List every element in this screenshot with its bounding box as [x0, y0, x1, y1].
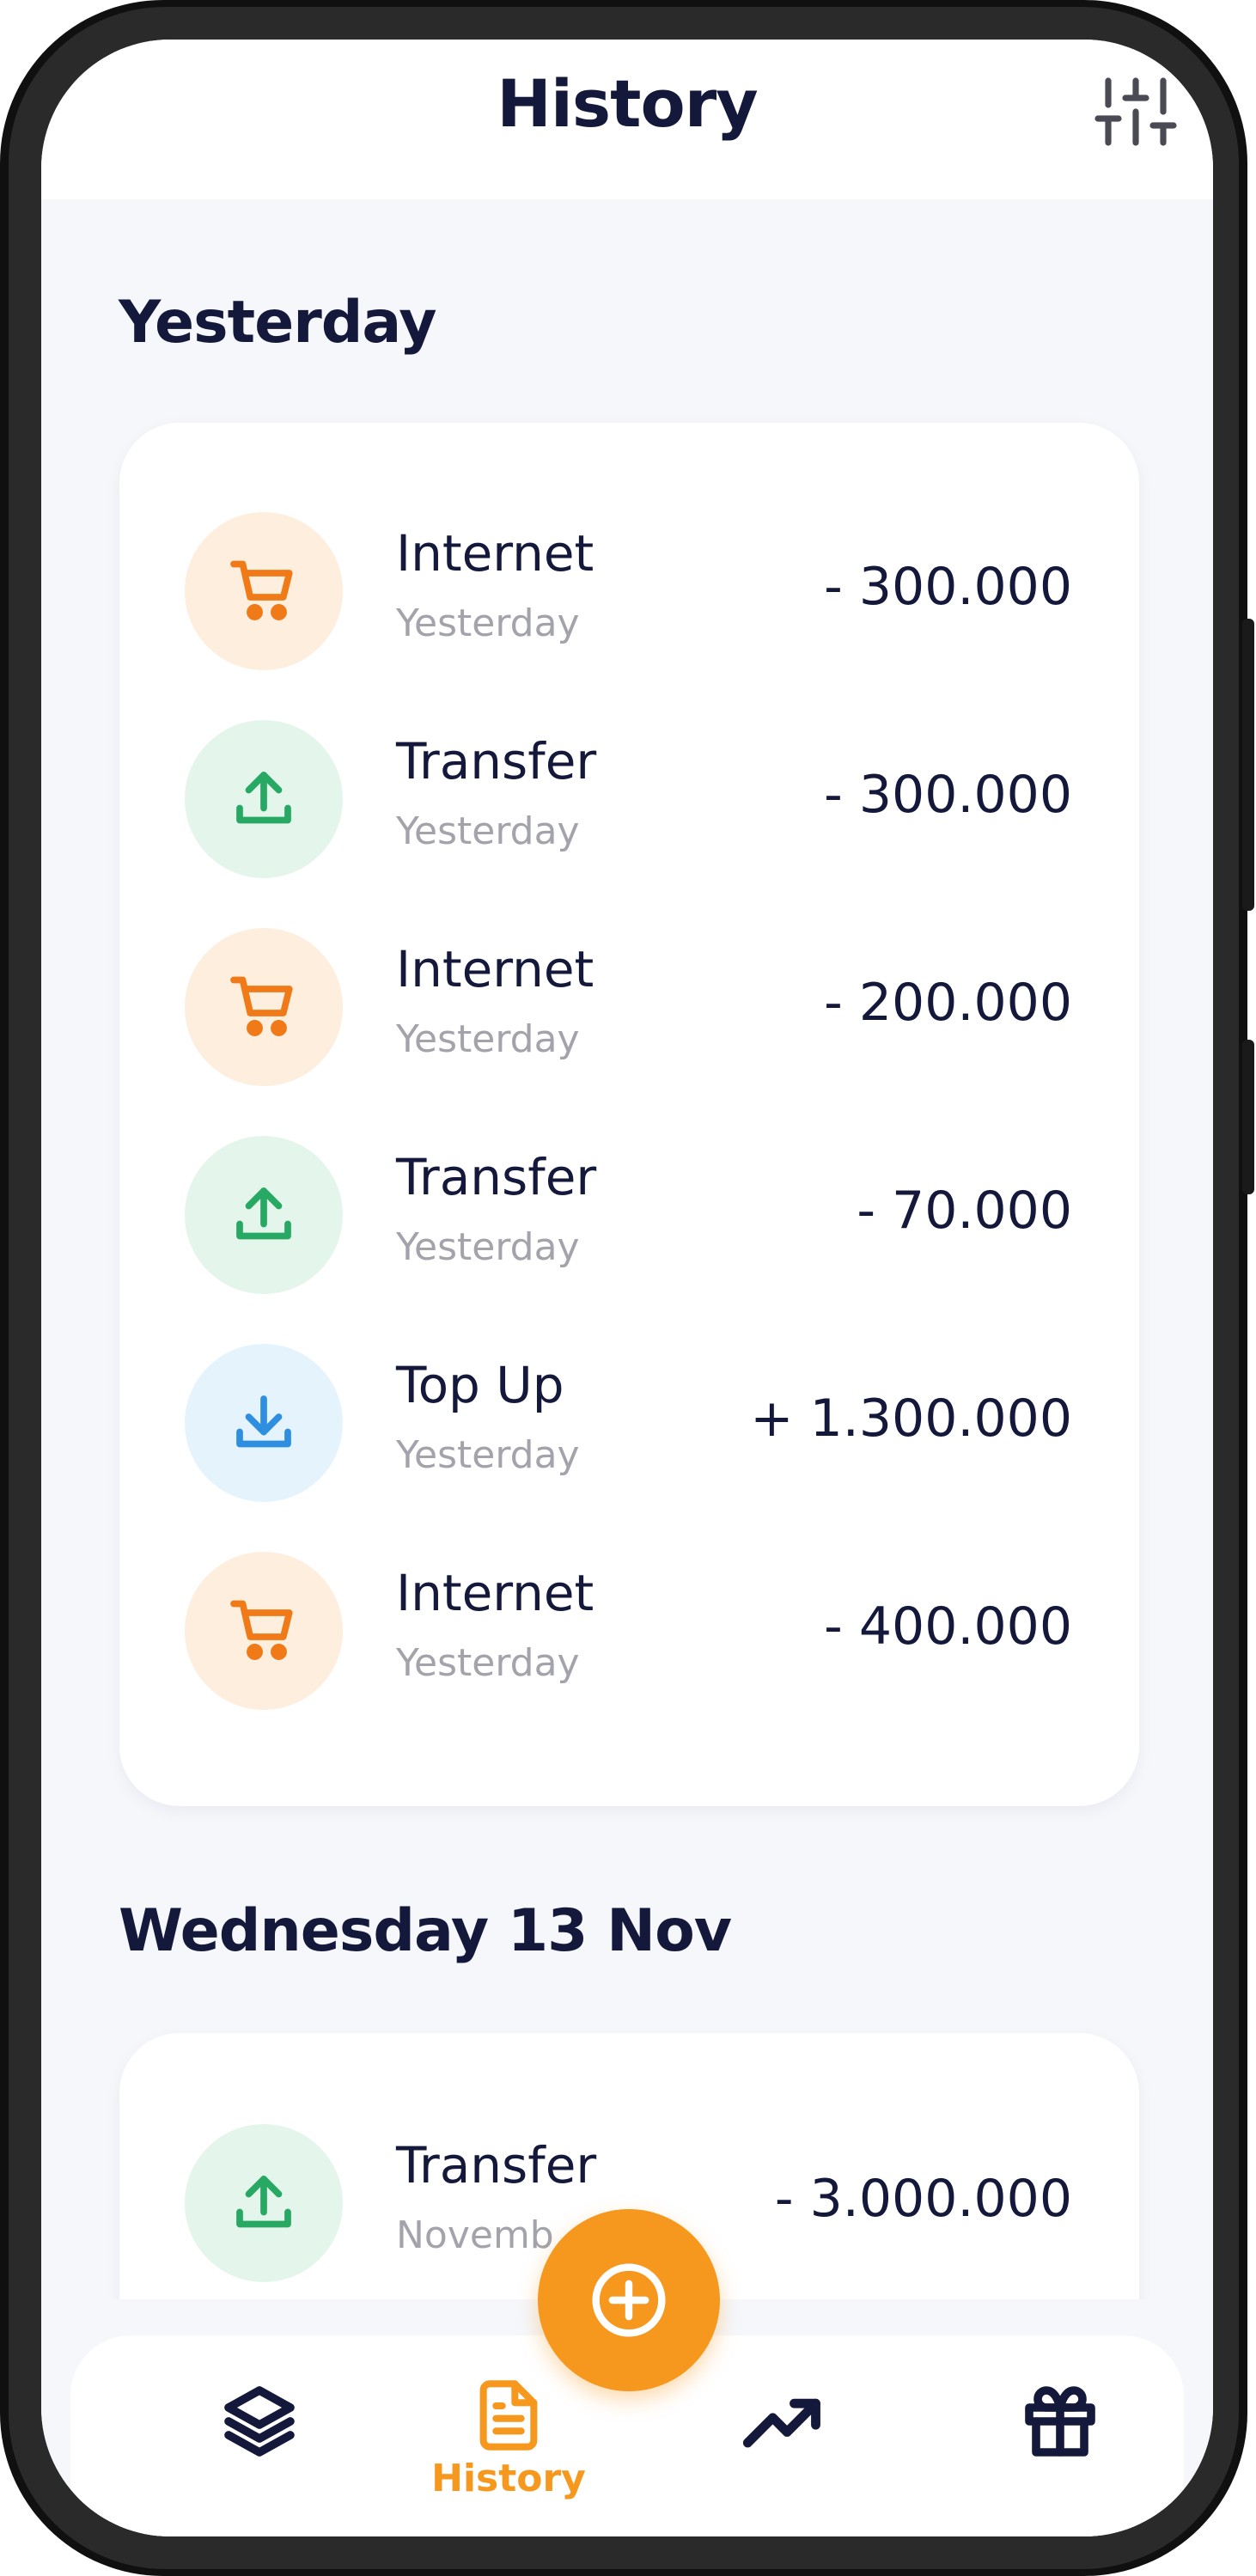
download-icon — [236, 1395, 291, 1448]
plus-circle-icon — [592, 2263, 666, 2337]
transaction-icon — [185, 928, 343, 1086]
cart-icon — [230, 976, 293, 1036]
transaction-row[interactable]: Transfer Yesterday - 300.000 — [119, 720, 1139, 878]
sliders-icon — [1094, 77, 1177, 146]
nav-item-history[interactable]: History — [414, 2353, 603, 2524]
transactions-card: Internet Yesterday - 300.000 Transfer Ye… — [119, 423, 1139, 1806]
cart-icon — [230, 1600, 293, 1660]
transaction-title: Internet — [396, 524, 594, 583]
transaction-row[interactable]: Top Up Yesterday + 1.300.000 — [119, 1344, 1139, 1502]
transaction-title: Internet — [396, 1564, 594, 1622]
upload-icon — [236, 1187, 291, 1240]
transaction-row[interactable]: Internet Yesterday - 200.000 — [119, 928, 1139, 1086]
transaction-amount: + 1.300.000 — [750, 1389, 1072, 1449]
upload-icon — [236, 772, 291, 824]
section-title-wednesday: Wednesday 13 Nov — [119, 1897, 732, 1965]
transaction-amount: - 400.000 — [824, 1596, 1072, 1657]
page-title: History — [497, 65, 758, 142]
section-title-yesterday: Yesterday — [119, 289, 437, 357]
cart-icon — [230, 560, 293, 620]
transaction-icon — [185, 1344, 343, 1502]
transaction-amount: - 3.000.000 — [774, 2169, 1072, 2229]
gift-icon — [1025, 2386, 1095, 2457]
transaction-date: Novemb — [396, 2213, 554, 2257]
transaction-row[interactable]: Internet Yesterday - 300.000 — [119, 512, 1139, 670]
power-button — [1242, 619, 1254, 911]
transaction-amount: - 200.000 — [824, 973, 1072, 1033]
transaction-date: Yesterday — [396, 1641, 580, 1685]
transaction-icon — [185, 2124, 343, 2282]
nav-label-history: History — [431, 2456, 586, 2500]
upload-icon — [236, 2176, 291, 2228]
volume-button — [1242, 1040, 1254, 1194]
transaction-title: Transfer — [396, 2136, 597, 2194]
transaction-icon — [185, 1552, 343, 1710]
transaction-title: Transfer — [396, 732, 597, 791]
nav-item-home[interactable] — [174, 2335, 345, 2507]
trending-up-icon — [742, 2398, 820, 2448]
transaction-title: Transfer — [396, 1148, 597, 1206]
transaction-amount: - 70.000 — [857, 1181, 1072, 1241]
document-icon — [479, 2379, 538, 2451]
transaction-icon — [185, 1136, 343, 1294]
transaction-date: Yesterday — [396, 1225, 580, 1269]
transaction-icon — [185, 720, 343, 878]
layers-icon — [224, 2386, 295, 2457]
transaction-date: Yesterday — [396, 809, 580, 853]
transaction-title: Internet — [396, 940, 594, 998]
transaction-title: Top Up — [396, 1356, 564, 1414]
nav-item-rewards[interactable] — [974, 2335, 1146, 2507]
transaction-icon — [185, 512, 343, 670]
transaction-row[interactable]: Internet Yesterday - 400.000 — [119, 1552, 1139, 1710]
transaction-amount: - 300.000 — [824, 765, 1072, 825]
transaction-date: Yesterday — [396, 601, 580, 645]
transaction-date: Yesterday — [396, 1017, 580, 1061]
filter-button[interactable] — [1094, 70, 1177, 153]
nav-item-stats[interactable] — [698, 2335, 869, 2507]
transaction-row[interactable]: Transfer Yesterday - 70.000 — [119, 1136, 1139, 1294]
transaction-date: Yesterday — [396, 1433, 580, 1477]
transaction-amount: - 300.000 — [824, 557, 1072, 617]
add-button[interactable] — [538, 2209, 720, 2391]
header: History — [41, 40, 1213, 199]
app-screen: History Yesterday Internet Yesterday - 3… — [41, 40, 1213, 2536]
